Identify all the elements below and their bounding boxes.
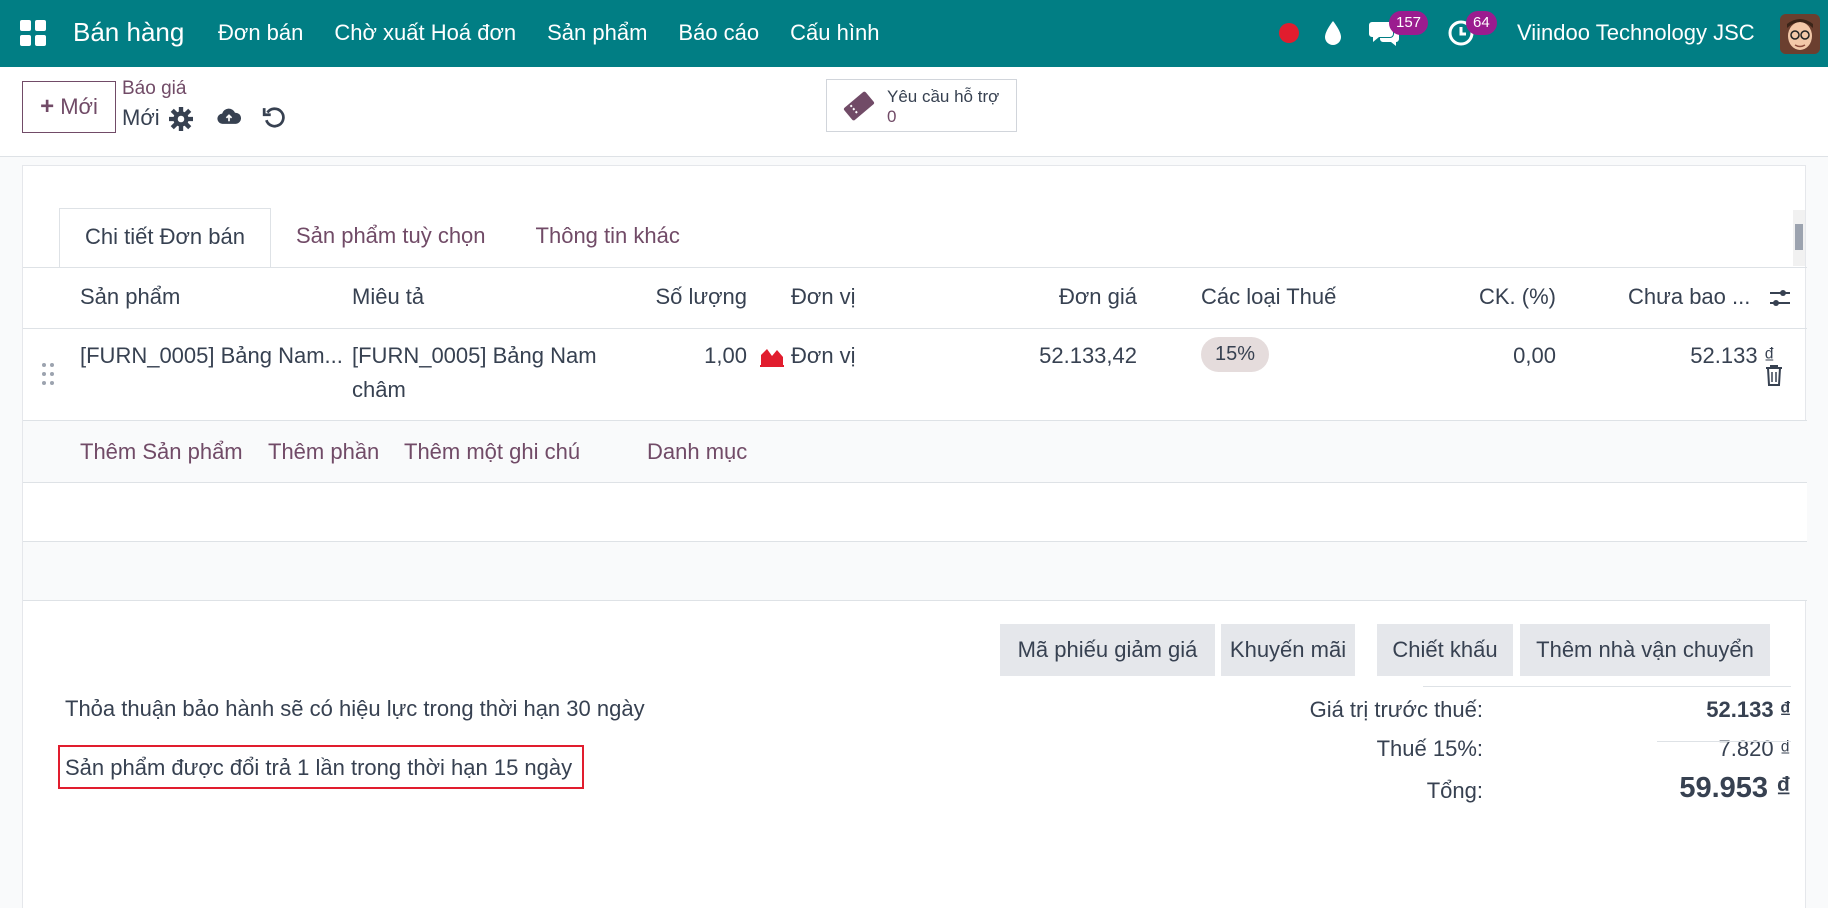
empty-row bbox=[23, 483, 1807, 542]
control-panel: + Mới Báo giá Mới Yêu cầu hỗ trợ 0 bbox=[0, 67, 1828, 157]
breadcrumb-parent[interactable]: Báo giá bbox=[122, 78, 186, 100]
tab-other-info[interactable]: Thông tin khác bbox=[511, 208, 705, 268]
add-shipping-button[interactable]: Thêm nhà vận chuyển bbox=[1520, 624, 1770, 676]
coupon-button[interactable]: Mã phiếu giảm giá bbox=[1000, 624, 1215, 676]
support-count: 0 bbox=[887, 107, 897, 126]
user-avatar[interactable] bbox=[1780, 14, 1820, 54]
gear-icon[interactable] bbox=[169, 107, 193, 131]
col-subtotal[interactable]: Chưa bao ... bbox=[1628, 284, 1750, 310]
menu-item-orders[interactable]: Đơn bán bbox=[218, 20, 303, 46]
add-note-link[interactable]: Thêm một ghi chú bbox=[404, 439, 580, 465]
total-label: Tổng: bbox=[1426, 778, 1483, 803]
record-indicator-icon[interactable] bbox=[1279, 23, 1299, 43]
tax-label: Thuế 15%: bbox=[1376, 736, 1483, 761]
row-uom[interactable]: Đơn vị bbox=[791, 343, 856, 369]
notebook-tabs: Chi tiết Đơn bán Sản phẩm tuỳ chọn Thông… bbox=[59, 208, 705, 268]
trash-icon[interactable] bbox=[1764, 364, 1784, 386]
untaxed-value: 52.133 ₫ bbox=[1706, 697, 1791, 722]
ticket-icon bbox=[843, 91, 875, 121]
promotion-button[interactable]: Khuyến mãi bbox=[1221, 624, 1355, 676]
tab-order-lines[interactable]: Chi tiết Đơn bán bbox=[59, 208, 271, 268]
empty-row bbox=[23, 542, 1807, 601]
col-uom[interactable]: Đơn vị bbox=[791, 284, 856, 310]
tab-optional-products[interactable]: Sản phẩm tuỳ chọn bbox=[271, 208, 511, 268]
menu-item-products[interactable]: Sản phẩm bbox=[547, 20, 647, 46]
cloud-save-icon[interactable] bbox=[217, 105, 241, 129]
menu-item-reporting[interactable]: Báo cáo bbox=[678, 20, 759, 46]
highlight-box bbox=[58, 745, 584, 789]
row-description-line2[interactable]: châm bbox=[352, 377, 406, 403]
water-drop-icon[interactable] bbox=[1323, 20, 1343, 46]
total-value: 59.953 ₫ bbox=[1679, 772, 1791, 804]
chat-count-badge: 157 bbox=[1389, 11, 1429, 35]
row-subtotal: 52.133 ₫ bbox=[1690, 343, 1775, 368]
drag-handle-icon[interactable] bbox=[41, 362, 55, 386]
row-product[interactable]: [FURN_0005] Bảng Nam... bbox=[80, 343, 343, 369]
add-line-row: Thêm Sản phẩm Thêm phần Thêm một ghi chú… bbox=[23, 421, 1807, 483]
support-label: Yêu cầu hỗ trợ bbox=[887, 87, 1000, 106]
plus-icon: + bbox=[40, 93, 55, 120]
col-quantity[interactable]: Số lượng bbox=[583, 284, 747, 310]
apps-menu-icon[interactable] bbox=[20, 20, 46, 46]
col-discount[interactable]: CK. (%) bbox=[1383, 284, 1556, 310]
totals-divider bbox=[1423, 686, 1791, 687]
tax-tag: 15% bbox=[1201, 337, 1270, 372]
col-description[interactable]: Miêu tả bbox=[352, 284, 424, 310]
col-product[interactable]: Sản phẩm bbox=[80, 284, 180, 310]
row-unit-price[interactable]: 52.133,42 bbox=[973, 343, 1137, 369]
tax-value: 7.820 ₫ bbox=[1718, 736, 1791, 761]
col-taxes[interactable]: Các loại Thuế bbox=[1201, 284, 1336, 310]
activity-count-badge: 64 bbox=[1466, 11, 1497, 35]
optional-columns-icon[interactable] bbox=[1768, 286, 1792, 310]
discount-button[interactable]: Chiết khấu bbox=[1377, 624, 1513, 676]
breadcrumb-current: Mới bbox=[122, 105, 160, 130]
terms-line-warranty[interactable]: Thỏa thuận bảo hành sẽ có hiệu lực trong… bbox=[65, 696, 645, 722]
menu-item-to-invoice[interactable]: Chờ xuất Hoá đơn bbox=[334, 20, 516, 46]
catalog-link[interactable]: Danh mục bbox=[647, 439, 747, 465]
untaxed-label: Giá trị trước thuế: bbox=[1309, 697, 1483, 722]
grand-total-divider bbox=[1657, 741, 1791, 742]
main-menu: Đơn bán Chờ xuất Hoá đơn Sản phẩm Báo cá… bbox=[218, 20, 879, 46]
add-section-link[interactable]: Thêm phần bbox=[268, 439, 379, 465]
row-tax[interactable]: 15% bbox=[1201, 337, 1270, 372]
new-button[interactable]: + Mới bbox=[22, 81, 116, 133]
support-ticket-button[interactable]: Yêu cầu hỗ trợ 0 bbox=[826, 79, 1017, 132]
new-button-label: Mới bbox=[60, 94, 98, 119]
company-switcher[interactable]: Viindoo Technology JSC bbox=[1517, 20, 1755, 46]
app-name[interactable]: Bán hàng bbox=[73, 17, 184, 48]
row-quantity[interactable]: 1,00 bbox=[583, 343, 747, 369]
row-description-line1[interactable]: [FURN_0005] Bảng Nam bbox=[352, 343, 597, 369]
forecast-chart-icon[interactable] bbox=[759, 345, 785, 367]
table-header: Sản phẩm Miêu tả Số lượng Đơn vị Đơn giá… bbox=[23, 268, 1807, 329]
scrollbar[interactable] bbox=[1793, 210, 1805, 266]
row-discount[interactable]: 0,00 bbox=[1383, 343, 1556, 369]
col-unit-price[interactable]: Đơn giá bbox=[973, 284, 1137, 310]
table-row[interactable]: [FURN_0005] Bảng Nam... [FURN_0005] Bảng… bbox=[23, 329, 1807, 421]
top-navbar: Bán hàng Đơn bán Chờ xuất Hoá đơn Sản ph… bbox=[0, 0, 1828, 67]
add-product-link[interactable]: Thêm Sản phẩm bbox=[80, 439, 243, 465]
discard-icon[interactable] bbox=[262, 106, 286, 130]
form-sheet: Chi tiết Đơn bán Sản phẩm tuỳ chọn Thông… bbox=[22, 165, 1807, 908]
menu-item-configuration[interactable]: Cấu hình bbox=[790, 20, 879, 46]
